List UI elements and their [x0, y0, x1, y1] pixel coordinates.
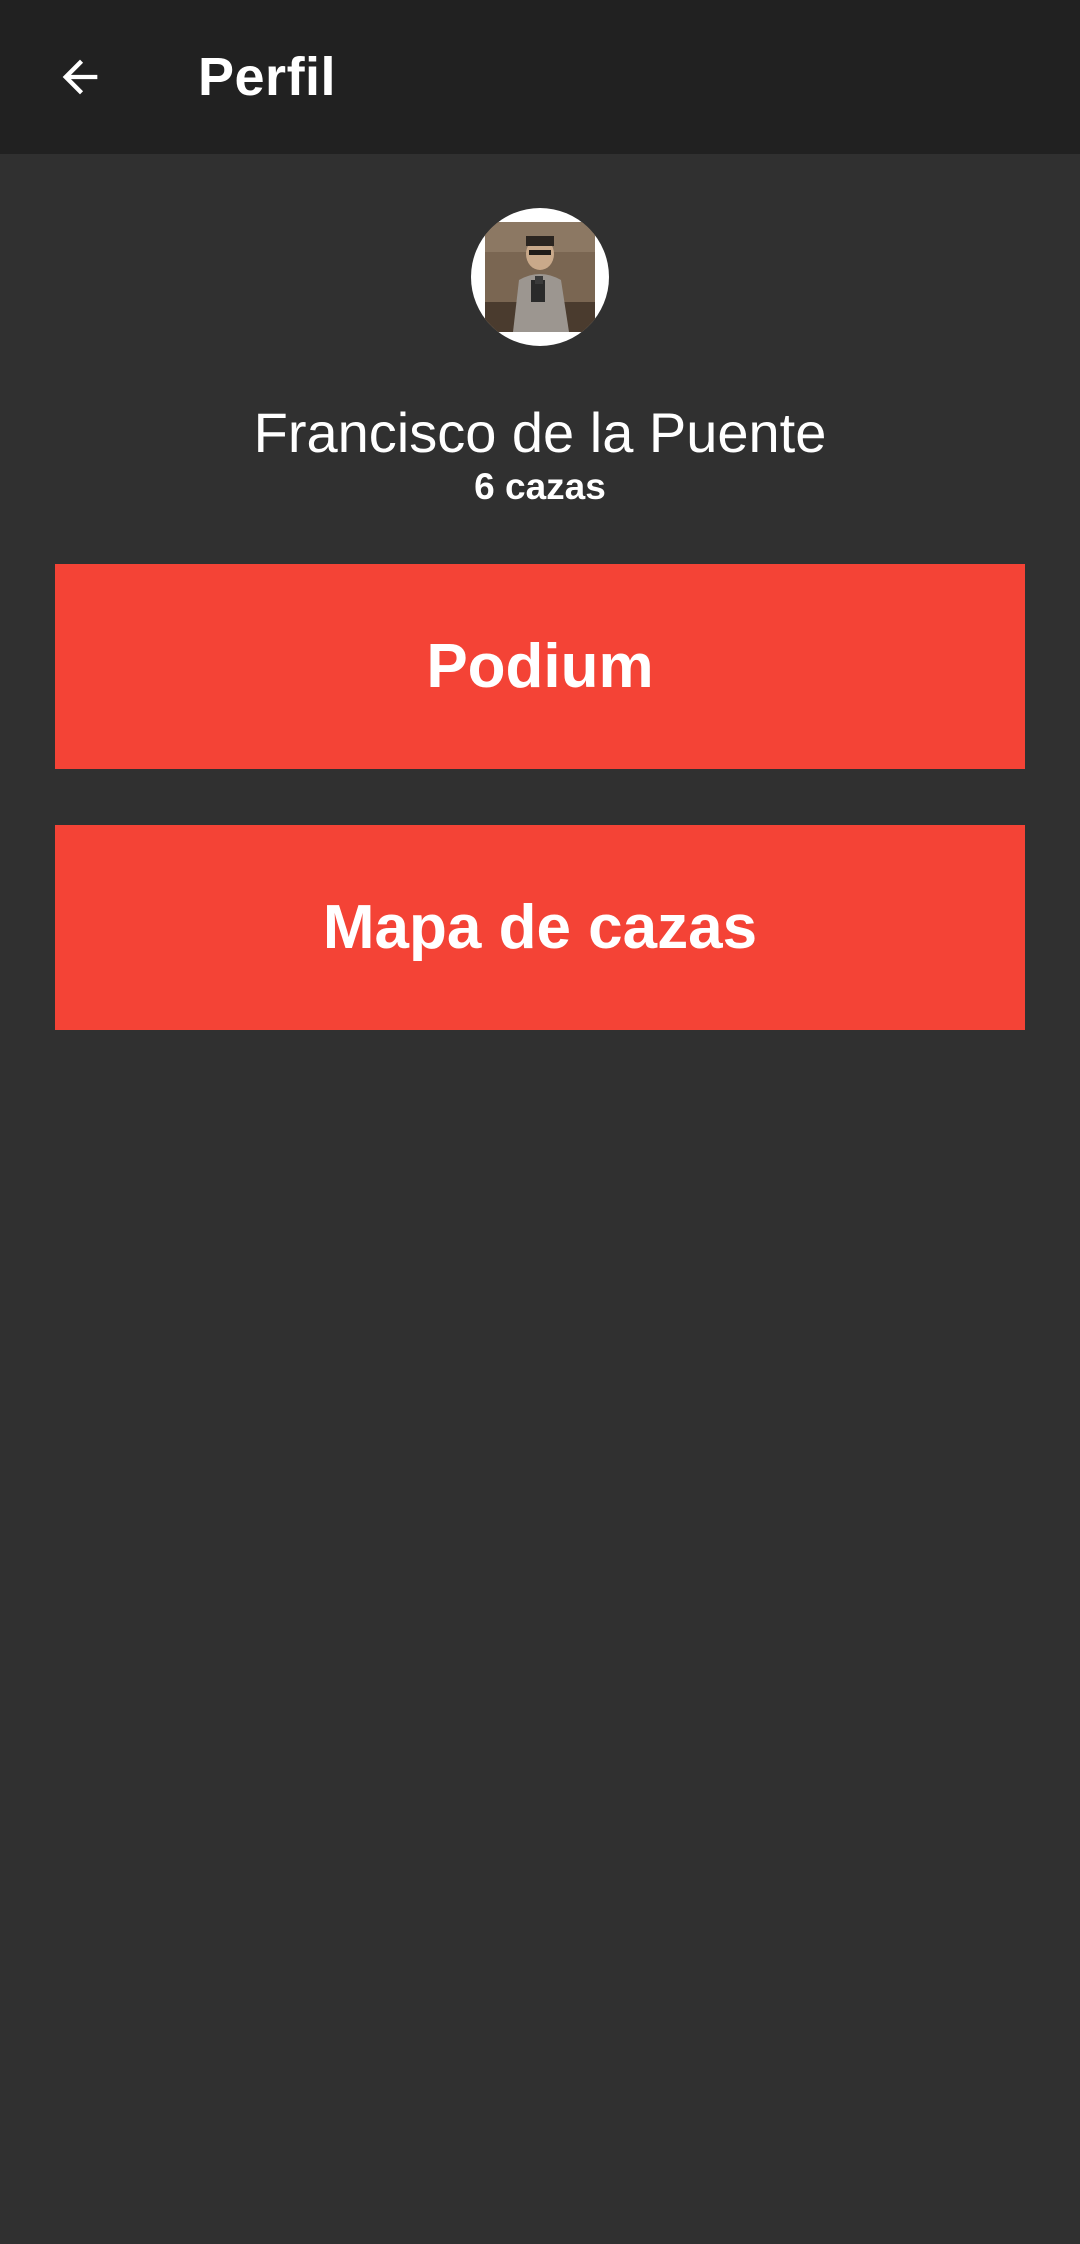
arrow-back-icon	[62, 59, 98, 95]
avatar-photo	[485, 222, 595, 332]
podium-button-label: Podium	[426, 632, 654, 701]
mapa-de-cazas-button[interactable]: Mapa de cazas	[55, 825, 1025, 1030]
profile-count: 6 cazas	[474, 466, 606, 507]
back-button[interactable]	[40, 37, 120, 117]
page-title: Perfil	[198, 47, 337, 107]
app-bar: Perfil	[0, 0, 1080, 154]
mapa-de-cazas-button-label: Mapa de cazas	[322, 893, 758, 962]
podium-button[interactable]: Podium	[55, 564, 1025, 769]
profile-name: Francisco de la Puente	[253, 401, 827, 464]
avatar	[471, 208, 609, 346]
